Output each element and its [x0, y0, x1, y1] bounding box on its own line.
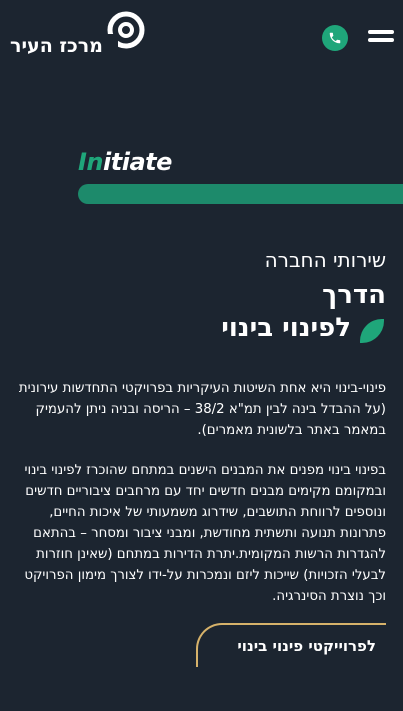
- leaf-icon: [360, 319, 384, 343]
- details-paragraph: בפינוי בינוי מפנים את המבנים הישנים במתח…: [24, 463, 386, 604]
- initiate-prefix: In: [78, 148, 104, 176]
- logo-text: מרכז העיר: [10, 35, 103, 57]
- hamburger-menu-icon[interactable]: [368, 30, 394, 46]
- cta-label: לפרוייקטי פינוי בינוי: [237, 637, 376, 655]
- decorative-green-bar: [78, 184, 403, 204]
- projects-cta-button[interactable]: לפרוייקטי פינוי בינוי: [196, 623, 386, 667]
- section-title: שירותי החברה: [264, 248, 386, 272]
- menu-line: [368, 30, 394, 34]
- headline-line1: הדרך: [322, 280, 386, 310]
- phone-button[interactable]: [322, 25, 348, 51]
- logo-mark-icon: [106, 11, 145, 50]
- menu-line: [368, 38, 394, 42]
- top-bar: מרכז העיר: [0, 0, 403, 75]
- initiate-rest: itiate: [103, 148, 172, 176]
- initiate-heading: Initiate: [78, 148, 172, 176]
- headline-line2: לפינוי בינוי: [221, 313, 351, 343]
- intro-paragraph: פינוי-בינוי היא אחת השיטות העיקריות בפרו…: [18, 381, 386, 438]
- site-logo[interactable]: מרכז העיר: [10, 10, 145, 60]
- phone-icon: [329, 32, 341, 44]
